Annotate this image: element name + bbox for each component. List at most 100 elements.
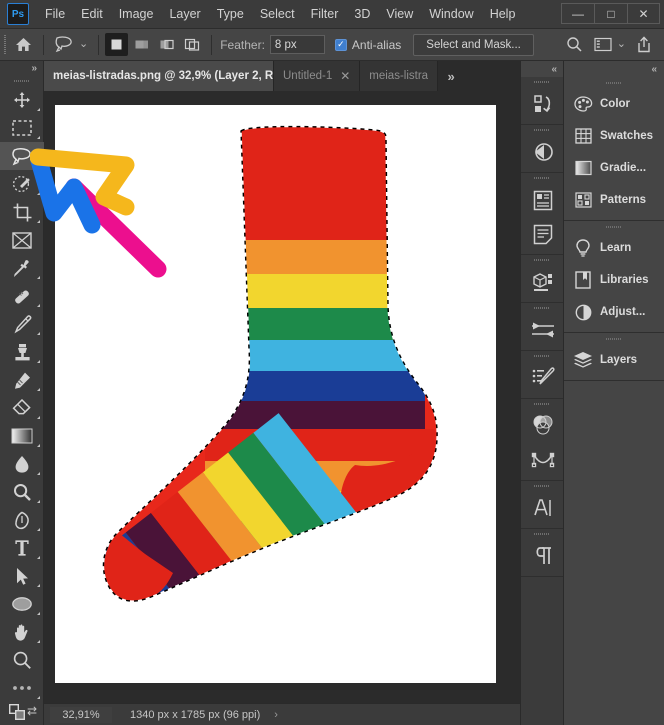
swap-colors-icon[interactable]: ⇄ [27,704,37,718]
blur-tool[interactable] [0,450,44,478]
paragraph-icon[interactable] [521,539,565,573]
dock-grip[interactable] [564,77,664,88]
dock-collapse-button[interactable]: « [564,61,664,77]
panel-item-swatches[interactable]: Swatches [564,120,664,152]
subtract-from-selection-button[interactable] [155,33,178,56]
rail-grip[interactable] [521,481,563,491]
move-tool[interactable] [0,86,44,114]
panel-item-learn[interactable]: Learn [564,232,664,264]
frame-tool[interactable] [0,226,44,254]
maximize-button[interactable]: □ [594,3,627,24]
menu-type[interactable]: Type [209,4,252,24]
paths-icon[interactable] [521,443,565,477]
rail-grip[interactable] [521,529,563,539]
lasso-tool[interactable] [0,142,44,170]
pen-tool[interactable] [0,506,44,534]
add-to-selection-button[interactable] [130,33,153,56]
channels-icon[interactable] [521,409,565,443]
horizontal-type-tool[interactable] [0,534,44,562]
menu-file[interactable]: File [37,4,73,24]
workspace-icon[interactable] [589,33,617,57]
tab-label: meias-listradas.png @ 32,9% (Layer 2, RG… [53,70,274,82]
panel-label: Libraries [600,274,649,286]
menu-help[interactable]: Help [482,4,524,24]
crop-tool[interactable] [0,198,44,226]
chevron-down-icon[interactable]: ⌄ [79,37,88,50]
panel-item-gradients[interactable]: Gradie... [564,152,664,184]
notes-icon[interactable] [521,217,565,251]
options-bar-grip[interactable] [0,28,9,61]
rail-collapse-button[interactable]: « [521,61,563,77]
intersect-with-selection-button[interactable] [180,33,203,56]
menu-window[interactable]: Window [421,4,481,24]
rail-grip[interactable] [521,399,563,409]
close-button[interactable]: ✕ [627,3,660,24]
menu-filter[interactable]: Filter [303,4,347,24]
antialias-checkbox[interactable]: ✓ Anti-alias [334,38,401,52]
dodge-tool[interactable] [0,478,44,506]
menu-3d[interactable]: 3D [346,4,378,24]
path-selection-tool[interactable] [0,562,44,590]
lasso-tool-icon[interactable] [50,33,78,57]
home-icon[interactable] [9,33,37,57]
spot-healing-brush-tool[interactable] [0,282,44,310]
share-icon[interactable] [630,33,658,57]
rail-grip[interactable] [521,125,563,135]
three-d-icon[interactable] [521,265,565,299]
dock-grip[interactable] [564,221,664,232]
hand-tool[interactable] [0,618,44,646]
history-states-icon[interactable] [521,87,565,121]
ellipse-tool[interactable] [0,590,44,618]
panel-item-layers[interactable]: Layers [564,344,664,376]
brush-settings-icon[interactable] [521,361,565,395]
tab-untitled-1[interactable]: Untitled-1 ✕ [274,61,361,91]
menu-select[interactable]: Select [252,4,303,24]
zoom-tool[interactable] [0,646,44,674]
chevron-down-icon[interactable]: ⌄ [617,37,626,50]
brush-tool[interactable] [0,310,44,338]
status-expander-button[interactable]: › [274,709,278,721]
toolbar-expand-button[interactable]: » [0,61,43,76]
adjustments-sliders-icon[interactable] [521,313,565,347]
zoom-level[interactable]: 32,91% [50,706,112,723]
panel-label: Color [600,98,631,110]
history-brush-tool[interactable] [0,366,44,394]
tab-meias-listra[interactable]: meias-listra [360,61,439,91]
character-icon[interactable] [521,491,565,525]
panel-item-patterns[interactable]: Patterns [564,184,664,216]
default-colors-icon[interactable] [9,704,26,721]
rail-grip[interactable] [521,303,563,313]
tab-overflow-button[interactable]: » [438,61,464,91]
search-icon[interactable] [561,33,589,57]
select-and-mask-button[interactable]: Select and Mask... [413,33,534,56]
rail-grip[interactable] [521,255,563,265]
menu-image[interactable]: Image [111,4,162,24]
history-undo-icon[interactable] [521,135,565,169]
menu-view[interactable]: View [378,4,421,24]
image-canvas[interactable] [55,105,496,683]
menu-edit[interactable]: Edit [73,4,111,24]
dock-grip[interactable] [564,333,664,344]
properties-icon[interactable] [521,183,565,217]
panel-item-color[interactable]: Color [564,88,664,120]
rectangular-marquee-tool[interactable] [0,114,44,142]
eraser-tool[interactable] [0,394,44,422]
menu-layer[interactable]: Layer [161,4,208,24]
quick-selection-tool[interactable] [0,170,44,198]
tab-meias-listradas[interactable]: meias-listradas.png @ 32,9% (Layer 2, RG… [44,61,274,91]
panel-item-adjustments[interactable]: Adjust... [564,296,664,328]
edit-toolbar-tool[interactable] [0,674,44,702]
close-icon[interactable]: ✕ [340,69,350,83]
toolbar-grip[interactable] [0,76,43,86]
rail-grip[interactable] [521,173,563,183]
adjustments-circle-icon [572,304,594,321]
feather-input[interactable] [269,35,325,54]
gradient-tool[interactable] [0,422,44,450]
minimize-button[interactable]: — [561,3,594,24]
new-selection-button[interactable] [105,33,129,56]
rail-grip[interactable] [521,77,563,87]
rail-grip[interactable] [521,351,563,361]
eyedropper-tool[interactable] [0,254,44,282]
panel-item-libraries[interactable]: Libraries [564,264,664,296]
clone-stamp-tool[interactable] [0,338,44,366]
